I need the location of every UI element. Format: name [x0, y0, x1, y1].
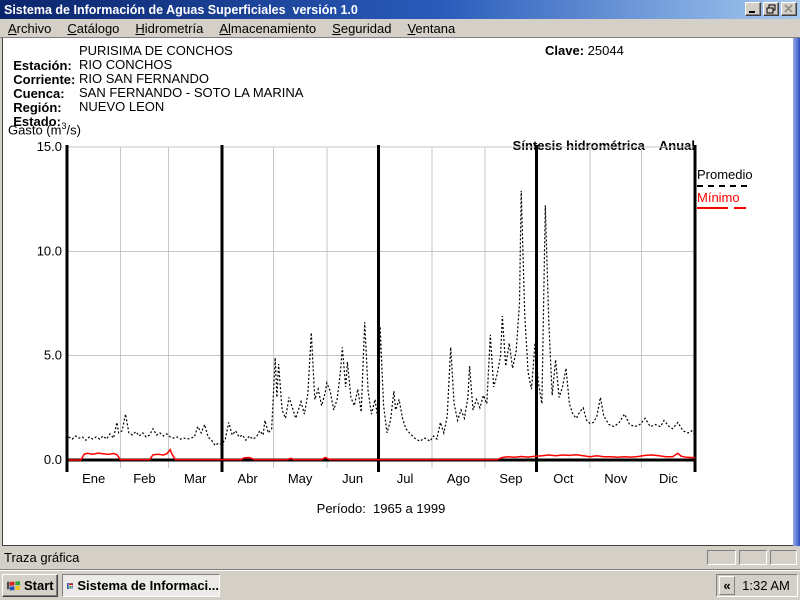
month-label: Dic	[659, 471, 678, 486]
status-text: Traza gráfica	[4, 550, 79, 565]
y-tick-label: 10.0	[37, 243, 62, 258]
period-label: Período: 1965 a 1999	[67, 501, 695, 516]
chevron-left-icon: «	[723, 578, 730, 593]
month-label: Feb	[133, 471, 155, 486]
y-axis-title: Gasto (m3/s)	[8, 121, 81, 137]
menu-bar: ArchivoCatálogoHidrometríaAlmacenamiento…	[0, 19, 800, 38]
restore-button[interactable]	[763, 2, 779, 16]
y-tick-label: 15.0	[37, 140, 62, 154]
menu-seguridad[interactable]: Seguridad	[324, 20, 399, 37]
start-label: Start	[24, 578, 54, 593]
mnimo-line	[69, 450, 695, 460]
chart-legend: Promedio Mínimo	[697, 167, 797, 209]
taskbar-task-sias[interactable]: Sistema de Informaci...	[62, 574, 220, 597]
system-tray: « 1:32 AM	[716, 574, 798, 597]
menu-almacenamiento[interactable]: Almacenamiento	[211, 20, 324, 37]
month-label: Ago	[447, 471, 470, 486]
status-panel	[739, 550, 767, 565]
status-bar: Traza gráfica	[0, 546, 800, 569]
month-label: Mar	[184, 471, 207, 486]
y-tick-label: 0.0	[44, 452, 62, 467]
windows-logo-icon	[6, 579, 21, 593]
month-label: Abr	[238, 471, 259, 486]
desktop: { "window": { "title": "Sistema de Infor…	[0, 0, 800, 600]
window-controls	[743, 2, 797, 16]
month-label: Jul	[397, 471, 414, 486]
menu-hidrometra[interactable]: Hidrometría	[127, 20, 211, 37]
tray-collapse-button[interactable]: «	[719, 576, 735, 595]
station-value: RIO SAN FERNANDO	[79, 71, 209, 86]
station-value: RIO CONCHOS	[79, 57, 172, 72]
status-panel	[770, 550, 797, 565]
station-value: NUEVO LEON	[79, 99, 164, 114]
minimize-icon	[748, 4, 758, 14]
app-icon	[67, 578, 73, 594]
legend-promedio-label: Promedio	[697, 167, 797, 182]
month-label: Sep	[499, 471, 522, 486]
month-label: Nov	[604, 471, 628, 486]
taskbar-clock[interactable]: 1:32 AM	[735, 578, 797, 593]
title-bar: Sistema de Información de Aguas Superfic…	[0, 0, 800, 19]
y-tick-label: 5.0	[44, 348, 62, 363]
menu-ventana[interactable]: Ventana	[399, 20, 463, 37]
month-label: Ene	[82, 471, 105, 486]
task-label: Sistema de Informaci...	[77, 578, 219, 593]
minimize-button[interactable]	[745, 2, 761, 16]
start-button[interactable]: Start	[2, 574, 58, 597]
clave-row: Clave: 25044	[545, 43, 624, 58]
month-label: Oct	[553, 471, 574, 486]
menu-catlogo[interactable]: Catálogo	[59, 20, 127, 37]
station-value: SAN FERNANDO - SOTO LA MARINA	[79, 85, 303, 100]
taskbar: Start Sistema de Informaci... « 1:32 AM	[0, 569, 800, 600]
close-icon	[784, 4, 794, 14]
clave-value: 25044	[588, 43, 624, 58]
menu-archivo[interactable]: Archivo	[0, 20, 59, 37]
legend-minimo-line-sample	[697, 207, 797, 209]
month-label: May	[288, 471, 313, 486]
status-panel	[707, 550, 736, 565]
annual-hydrograph-chart: 0.0 5.0 10.0 15.0 Ene Feb Mar Abr May Jun Jul Ago Se…	[0, 140, 800, 535]
restore-icon	[766, 4, 776, 14]
promedio-line	[69, 191, 695, 446]
month-label: Jun	[342, 471, 363, 486]
legend-minimo-label: Mínimo	[697, 190, 797, 205]
legend-promedio-line-sample	[697, 185, 747, 187]
clave-label: Clave:	[545, 43, 584, 58]
close-button[interactable]	[781, 2, 797, 16]
window-title: Sistema de Información de Aguas Superfic…	[0, 3, 358, 17]
station-value: PURISIMA DE CONCHOS	[79, 43, 233, 58]
